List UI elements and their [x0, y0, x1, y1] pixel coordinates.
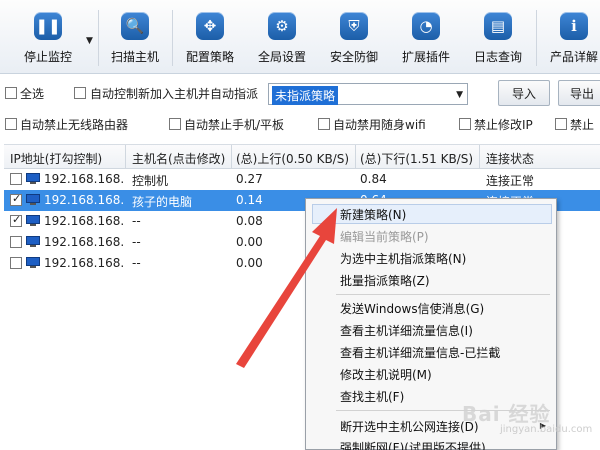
watermark-text: Bai 经验 [462, 402, 551, 426]
arrow-shape [236, 208, 337, 368]
watermark-subtext: jingyan.baidu.com [500, 424, 593, 435]
red-arrow-annotation [236, 208, 337, 368]
